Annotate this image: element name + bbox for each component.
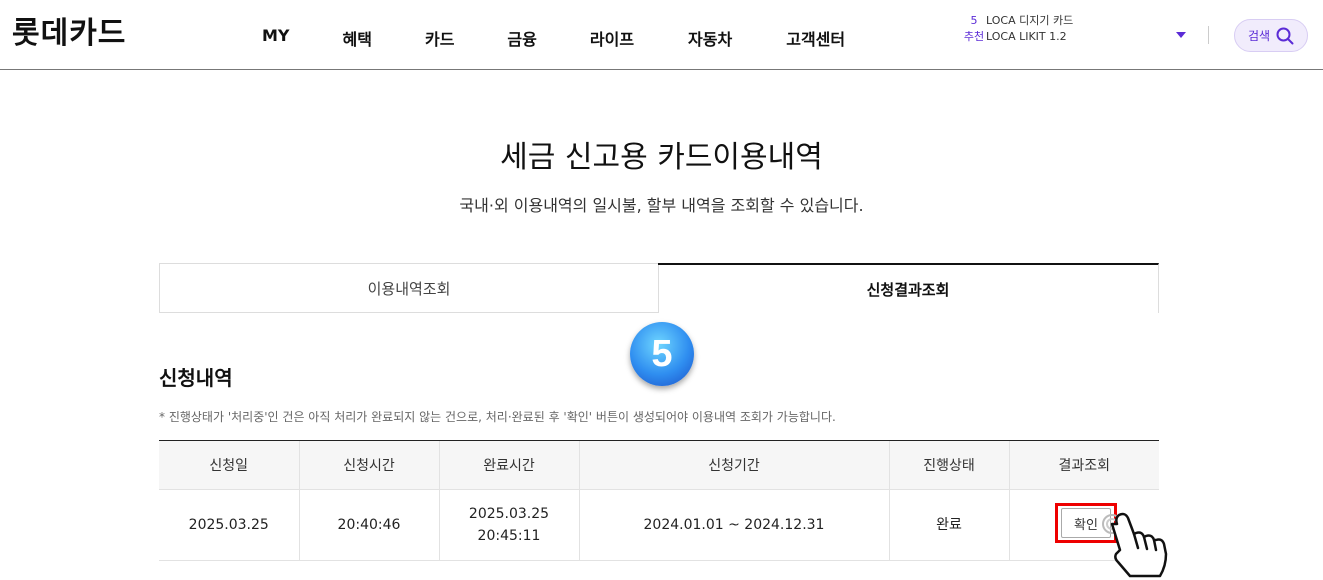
cell-application-time: 20:40:46: [298, 489, 439, 561]
notice-text: * 진행상태가 '처리중'인 건은 아직 처리가 완료되지 않는 건으로, 처리…: [159, 410, 836, 424]
nav-item-car[interactable]: 자동차: [688, 26, 732, 50]
cell-application-date: 2025.03.25: [159, 489, 299, 561]
section-title: 신청내역: [159, 366, 233, 390]
cell-period: 2024.01.01 ~ 2024.12.31: [578, 489, 889, 561]
column-header: 신청일: [159, 440, 299, 490]
pointing-hand-icon: [1102, 512, 1168, 578]
caret-down-icon[interactable]: [1176, 32, 1186, 38]
promo-ticker[interactable]: 5 LOCA 디지기 카드 추천 LOCA LIKIT 1.2: [962, 14, 1122, 46]
nav-item-benefits[interactable]: 혜택: [343, 26, 372, 50]
column-header: 완료시간: [438, 440, 579, 490]
search-icon: [1276, 27, 1294, 44]
table-header-row: 신청일 신청시간 완료시간 신청기간 진행상태 결과조회: [159, 440, 1159, 490]
search-button-label: 검색: [1247, 29, 1271, 43]
search-button[interactable]: 검색: [1234, 19, 1308, 52]
main-nav: MY 혜택 카드 금융 라이프 자동차 고객센터: [244, 26, 845, 50]
step-number-badge: 5: [630, 322, 694, 386]
tab-usage-inquiry[interactable]: 이용내역조회: [159, 263, 659, 313]
cell-status: 완료: [888, 489, 1009, 561]
column-header: 진행상태: [888, 440, 1009, 490]
application-table: 신청일 신청시간 완료시간 신청기간 진행상태 결과조회 2025.03.25 …: [159, 440, 1159, 561]
nav-item-customer-center[interactable]: 고객센터: [786, 26, 845, 50]
completion-clock: 20:45:11: [477, 528, 541, 544]
promo-item[interactable]: 추천 LOCA LIKIT 1.2: [962, 29, 1122, 45]
lotte-card-logo[interactable]: 롯데카드: [12, 8, 126, 52]
header-divider: [1208, 26, 1209, 44]
column-header: 결과조회: [1008, 440, 1159, 490]
nav-item-life[interactable]: 라이프: [590, 26, 634, 50]
nav-item-my[interactable]: MY: [262, 26, 290, 50]
column-header: 신청시간: [298, 440, 439, 490]
promo-item[interactable]: 5 LOCA 디지기 카드: [962, 14, 1122, 29]
tab-application-result[interactable]: 신청결과조회: [658, 263, 1159, 313]
cell-completion-time: 2025.03.25 20:45:11: [438, 489, 579, 561]
page-title: 세금 신고용 카드이용내역: [500, 140, 823, 175]
site-header: 롯데카드 MY 혜택 카드 금융 라이프 자동차 고객센터 5 LOCA 디지기 …: [0, 0, 1323, 70]
page-subtitle: 국내·외 이용내역의 일시불, 할부 내역을 조회할 수 있습니다.: [459, 196, 864, 215]
nav-item-card[interactable]: 카드: [425, 26, 454, 50]
nav-item-finance[interactable]: 금융: [507, 26, 536, 50]
completion-date: 2025.03.25: [468, 506, 550, 522]
table-row: 2025.03.25 20:40:46 2025.03.25 20:45:11 …: [159, 489, 1159, 561]
column-header: 신청기간: [578, 440, 889, 490]
